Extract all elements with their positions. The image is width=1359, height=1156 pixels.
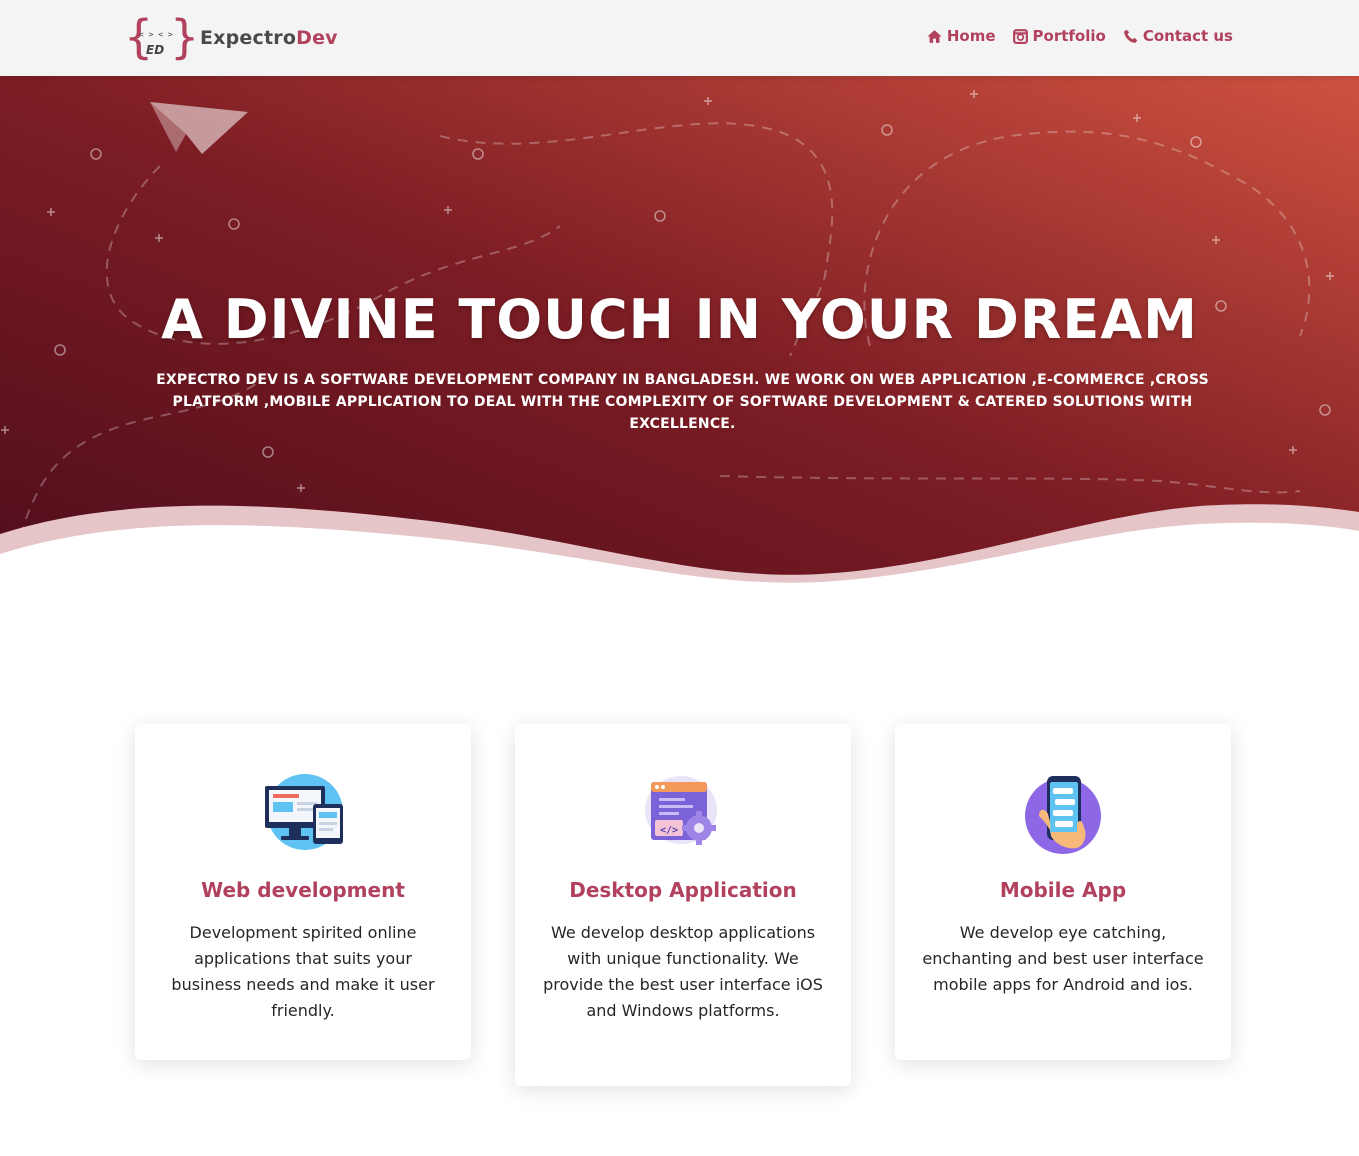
card-description: We develop desktop applications with uni… xyxy=(543,923,823,1020)
card-title: Mobile App xyxy=(999,878,1127,902)
hero-title: A DIVINE TOUCH IN YOUR DREAM xyxy=(161,288,1198,351)
portfolio-icon xyxy=(1012,28,1028,44)
hero-section: A DIVINE TOUCH IN YOUR DREAM EXPECTRO DE… xyxy=(0,76,1359,606)
navbar: { } < > < > ED ExpectroDev Home Portfoli… xyxy=(0,0,1359,76)
svg-text:</>: </> xyxy=(660,825,678,836)
home-icon xyxy=(927,29,942,43)
nav-portfolio-link[interactable]: Portfolio xyxy=(1012,27,1106,45)
web-development-icon xyxy=(265,774,343,850)
brand-logo: { } < > < > ED xyxy=(124,11,194,64)
brand-name: ExpectroDev xyxy=(200,27,338,49)
card-description: Development spirited online applications… xyxy=(171,923,435,1020)
nav-menu: Home Portfolio Contact us xyxy=(926,27,1233,45)
nav-home-link[interactable]: Home xyxy=(926,27,996,45)
hero-subtitle: EXPECTRO DEV IS A SOFTWARE DEVELOPMENT C… xyxy=(156,372,1209,432)
phone-icon xyxy=(1123,29,1138,43)
card-title: Web development xyxy=(201,878,405,902)
service-card-desktop: </> Desktop Application We develop deskt… xyxy=(515,724,851,1086)
nav-contact-link[interactable]: Contact us xyxy=(1122,27,1233,45)
brand-link[interactable]: { } < > < > ED ExpectroDev xyxy=(124,11,338,65)
service-card-mobile: Mobile App We develop eye catching, ench… xyxy=(895,724,1231,1060)
svg-text:}: } xyxy=(170,11,194,64)
card-title: Desktop Application xyxy=(569,878,797,902)
svg-text:ED: ED xyxy=(146,43,164,57)
card-description: We develop eye catching, enchanting and … xyxy=(922,923,1204,994)
mobile-app-icon xyxy=(1025,776,1101,854)
desktop-application-icon: </> xyxy=(645,776,717,845)
svg-text:< > < >: < > < > xyxy=(139,30,173,39)
service-card-web: Web development Development spirited onl… xyxy=(135,724,471,1060)
